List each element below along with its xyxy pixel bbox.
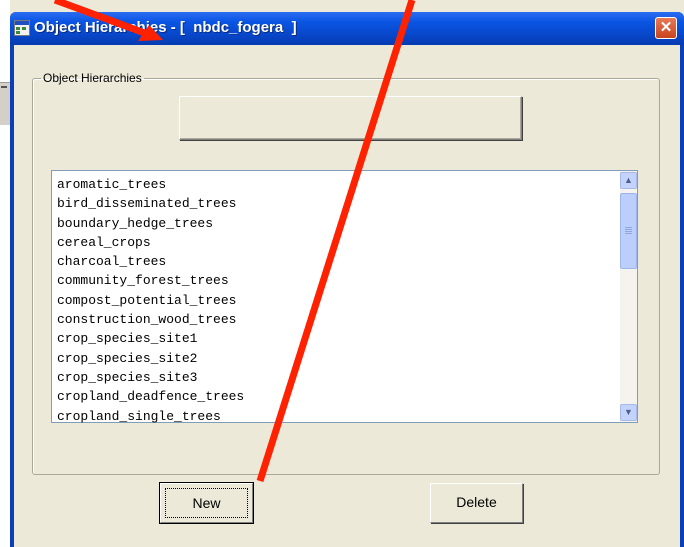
- hierarchy-list: aromatic_trees bird_disseminated_trees bou…: [52, 171, 637, 426]
- list-item[interactable]: construction_wood_trees: [57, 310, 637, 329]
- list-item[interactable]: crop_species_site2: [57, 349, 637, 368]
- list-item[interactable]: charcoal_trees: [57, 252, 637, 271]
- delete-button-label: Delete: [456, 494, 497, 510]
- app-icon: [14, 20, 30, 36]
- chevron-up-icon: ▲: [624, 175, 633, 185]
- vertical-scrollbar[interactable]: ▲ ▼: [620, 171, 637, 422]
- close-icon: ✕: [659, 19, 673, 36]
- hierarchy-name-button[interactable]: [179, 96, 522, 140]
- close-button[interactable]: ✕: [655, 17, 677, 39]
- background-toolbar: [0, 82, 10, 125]
- list-item[interactable]: cereal_crops: [57, 233, 637, 252]
- list-item[interactable]: crop_species_site3: [57, 368, 637, 387]
- list-item[interactable]: cropland_single_trees: [57, 407, 637, 426]
- background-window-strip: [0, 0, 10, 547]
- delete-button[interactable]: Delete: [430, 483, 523, 523]
- list-item[interactable]: boundary_hedge_trees: [57, 214, 637, 233]
- list-item[interactable]: community_forest_trees: [57, 271, 637, 290]
- list-item[interactable]: crop_species_site1: [57, 329, 637, 348]
- scroll-up-button[interactable]: ▲: [620, 172, 637, 189]
- chevron-down-icon: ▼: [624, 407, 633, 417]
- title-bar[interactable]: Object Hierarchies - [ nbdc_fogera ] ✕: [10, 12, 684, 45]
- list-item[interactable]: aromatic_trees: [57, 175, 637, 194]
- background-mark: [1, 86, 7, 88]
- scroll-down-button[interactable]: ▼: [620, 404, 637, 421]
- list-item[interactable]: cropland_deadfence_trees: [57, 387, 637, 406]
- object-hierarchies-window: Object Hierarchies - [ nbdc_fogera ] ✕ O…: [10, 12, 684, 547]
- list-item[interactable]: bird_disseminated_trees: [57, 194, 637, 213]
- window-title: Object Hierarchies - [ nbdc_fogera ]: [34, 19, 297, 36]
- hierarchy-listbox[interactable]: aromatic_trees bird_disseminated_trees bou…: [51, 170, 638, 426]
- scroll-thumb[interactable]: [620, 193, 637, 269]
- group-legend: Object Hierarchies: [43, 71, 142, 85]
- dialog-client-area: Object Hierarchies aromatic_trees bird_di…: [14, 45, 680, 547]
- new-button[interactable]: New: [159, 482, 254, 524]
- list-item[interactable]: compost_potential_trees: [57, 291, 637, 310]
- new-button-label: New: [165, 488, 248, 518]
